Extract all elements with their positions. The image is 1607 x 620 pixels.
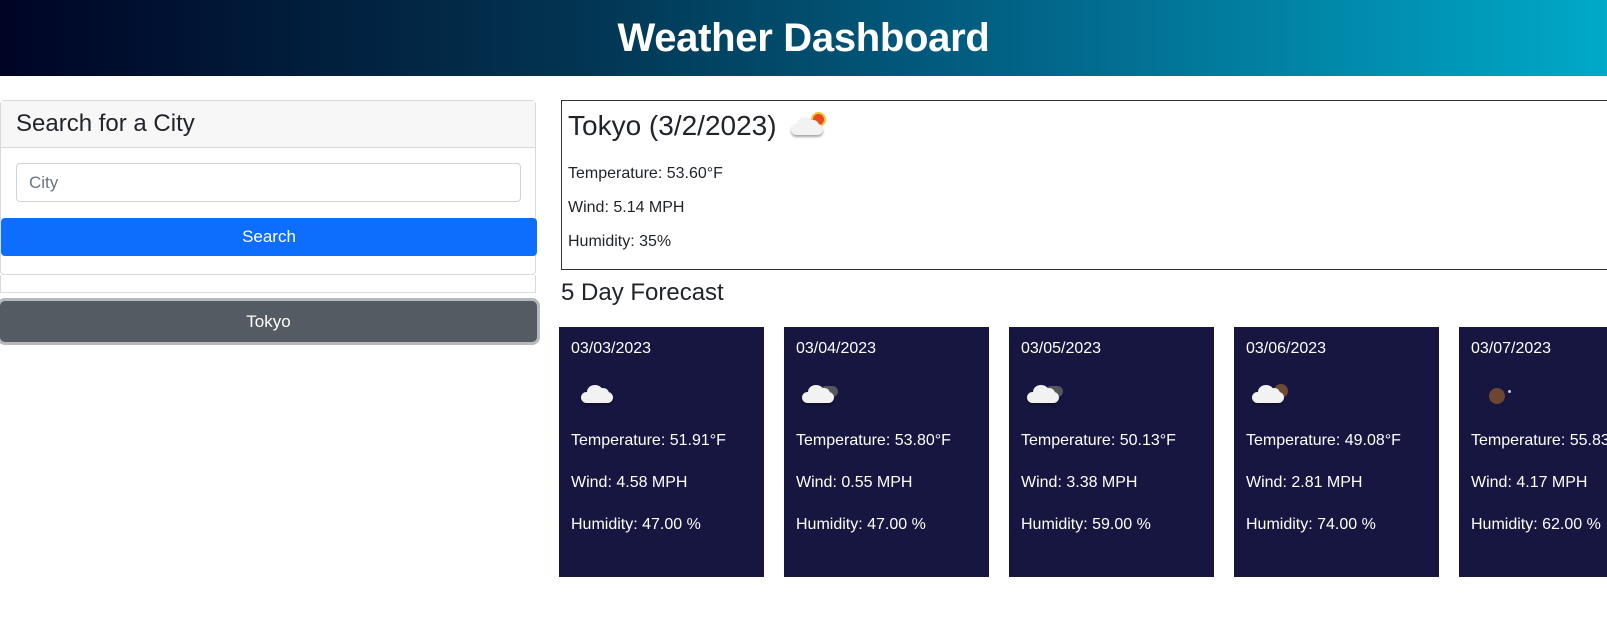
city-search-input[interactable] (16, 163, 521, 202)
cloud-night-icon (798, 378, 842, 410)
search-card-footer (1, 256, 535, 274)
app-header: Weather Dashboard (0, 0, 1607, 76)
forecast-wind: Wind: 4.58 MPH (571, 474, 688, 491)
cloud-moon-icon (1248, 378, 1292, 410)
search-card: Search for a City Search (0, 100, 537, 275)
forecast-card: 03/03/2023 Temperature: 51.91°F Wind: 4.… (559, 327, 764, 577)
forecast-wind: Wind: 4.17 MPH (1471, 474, 1588, 491)
history-item-tokyo[interactable]: Tokyo (0, 301, 537, 342)
forecast-wind: Wind: 3.38 MPH (1021, 474, 1138, 491)
current-weather-header: Tokyo (3/2/2023) (568, 107, 1607, 145)
forecast-date: 03/04/2023 (796, 340, 877, 357)
current-humidity: Humidity: 35% (568, 233, 672, 250)
current-temperature: Temperature: 53.60°F (568, 165, 723, 182)
search-heading: Search for a City (1, 101, 535, 148)
forecast-date: 03/07/2023 (1471, 340, 1552, 357)
search-history: Tokyo (0, 301, 537, 342)
forecast-temperature: Temperature: 51.91°F (571, 432, 726, 449)
forecast-humidity: Humidity: 59.00 % (1021, 516, 1151, 533)
cloud-icon (577, 378, 621, 410)
current-city-title: Tokyo (3/2/2023) (568, 110, 777, 141)
forecast-temperature: Temperature: 50.13°F (1021, 432, 1176, 449)
page-title: Weather Dashboard (617, 15, 990, 60)
forecast-card: 03/04/2023 Temperature: 53.80°F Wind: 0.… (784, 327, 989, 577)
forecast-card: 03/07/2023 Temperature: 55.83 Wind: 4.17… (1459, 327, 1607, 577)
forecast-date: 03/05/2023 (1021, 340, 1102, 357)
cloud-night-icon (1023, 378, 1067, 410)
current-wind: Wind: 5.14 MPH (568, 199, 685, 216)
search-card-body: Search (1, 148, 537, 274)
search-button[interactable]: Search (1, 218, 537, 256)
sidebar: Search for a City Search Tokyo (0, 100, 537, 342)
forecast-date: 03/03/2023 (571, 340, 652, 357)
forecast-card: 03/05/2023 Temperature: 50.13°F Wind: 3.… (1009, 327, 1214, 577)
forecast-heading: 5 Day Forecast (561, 279, 724, 306)
forecast-wind: Wind: 0.55 MPH (796, 474, 913, 491)
forecast-humidity: Humidity: 62.00 % (1471, 516, 1601, 533)
moon-icon (1473, 378, 1517, 410)
forecast-temperature: Temperature: 49.08°F (1246, 432, 1401, 449)
forecast-humidity: Humidity: 47.00 % (571, 516, 701, 533)
forecast-temperature: Temperature: 53.80°F (796, 432, 951, 449)
current-weather: Tokyo (3/2/2023) Temperature: 53.60°F Wi… (561, 100, 1607, 270)
forecast-humidity: Humidity: 74.00 % (1246, 516, 1376, 533)
cloud-sun-icon (787, 110, 831, 142)
history-divider (0, 275, 536, 293)
forecast-humidity: Humidity: 47.00 % (796, 516, 926, 533)
forecast-date: 03/06/2023 (1246, 340, 1327, 357)
forecast-card: 03/06/2023 Temperature: 49.08°F Wind: 2.… (1234, 327, 1439, 577)
forecast-wind: Wind: 2.81 MPH (1246, 474, 1363, 491)
forecast-temperature: Temperature: 55.83 (1471, 432, 1607, 449)
